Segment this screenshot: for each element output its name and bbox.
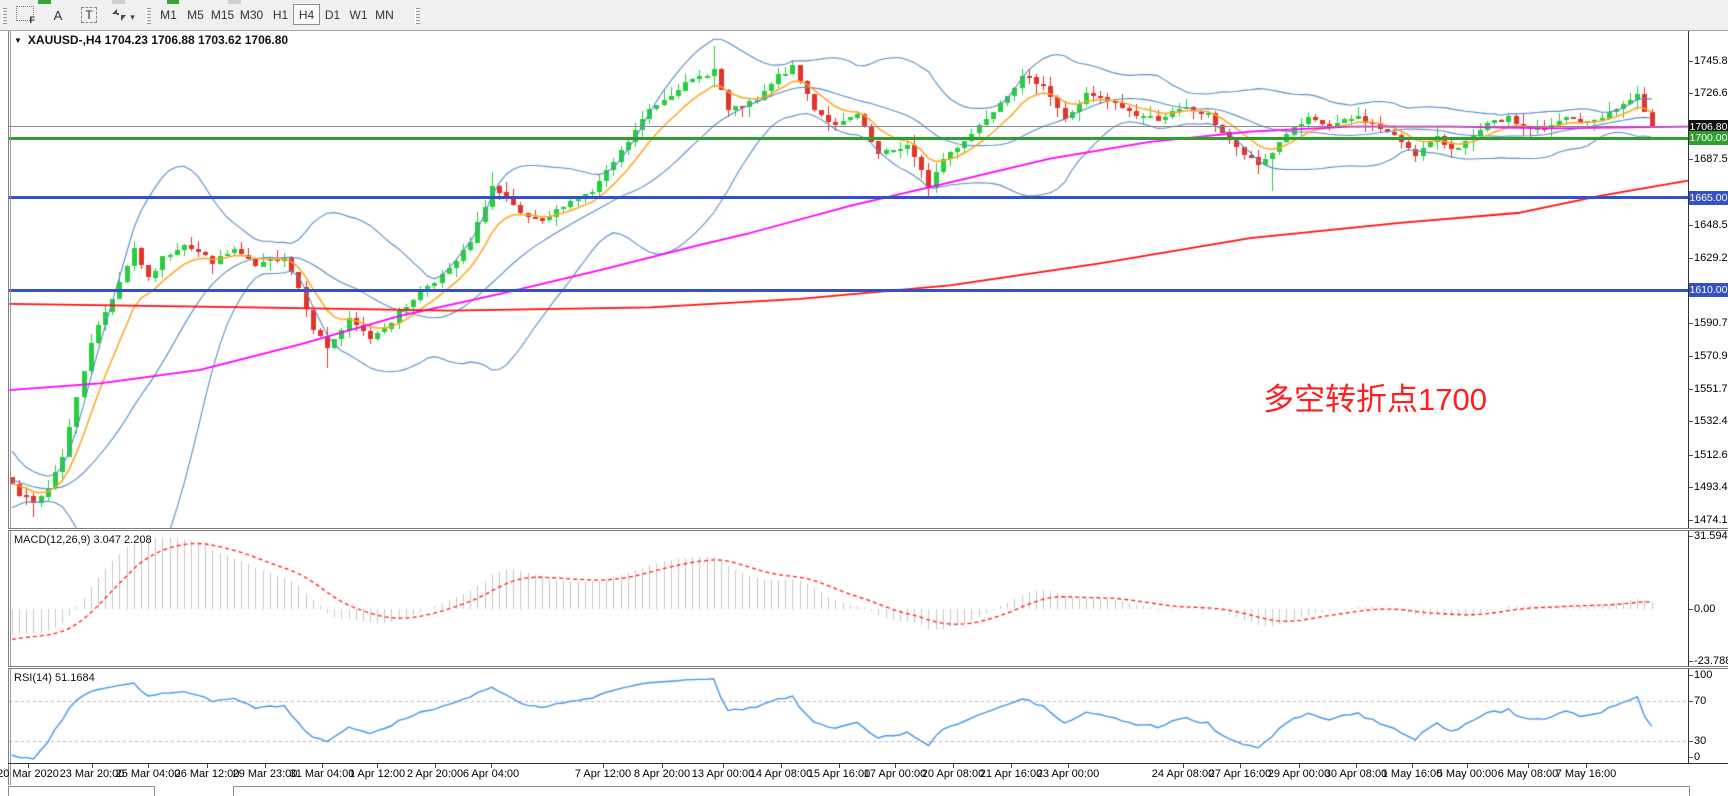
time-axis-label: 30 Apr 08:00 (1325, 768, 1387, 780)
pane-separator[interactable] (8, 668, 1728, 669)
price-axis-border (1688, 31, 1689, 763)
timeframe-button-w1[interactable]: W1 (345, 4, 372, 25)
chevron-down-icon: ▾ (130, 12, 135, 22)
price-axis-label: 1493.40 (1694, 481, 1728, 493)
horizontal-line-1706.8 (9, 126, 1688, 127)
price-axis-label: 1532.45 (1694, 415, 1728, 427)
arrows-tool-button[interactable]: ▾ (106, 4, 140, 26)
timeframe-button-m1[interactable]: M1 (155, 4, 182, 25)
timeframe-button-h1[interactable]: H1 (267, 4, 294, 25)
timeframe-button-m15[interactable]: M15 (209, 4, 236, 25)
macd-indicator-label: MACD(12,26,9) 3.047 2.208 (14, 534, 152, 546)
fibo-grid-tool-button[interactable]: F (12, 4, 38, 26)
mt4-chart-window: { "toolbar": { "tools": [ {"name": "fibo… (0, 0, 1728, 796)
price-tag-hline-blue: 1610.00 (1689, 283, 1728, 297)
time-axis-label: 1 May 16:00 (1382, 768, 1443, 780)
clipped-window-below (8, 786, 155, 796)
price-axis-label: 1570.95 (1694, 350, 1728, 362)
text-tool-icon: A (54, 8, 63, 23)
toolbar: F A T ▾ M1M5M15M30H1H4D1W1MN (0, 0, 1728, 31)
timeframe-button-d1[interactable]: D1 (319, 4, 346, 25)
horizontal-line-1700[interactable] (9, 137, 1688, 140)
time-axis-label: 23 Apr 00:00 (1037, 768, 1099, 780)
chart-title: ▼ XAUUSD-,H4 1704.23 1706.88 1703.62 1706… (14, 33, 288, 47)
macd-axis-label: 31.594 (1694, 530, 1728, 542)
timeframe-button-m5[interactable]: M5 (182, 4, 209, 25)
time-axis-label: 7 Apr 12:00 (575, 768, 631, 780)
timeframe-button-m30[interactable]: M30 (238, 4, 265, 25)
chart-left-border (8, 30, 9, 785)
time-axis-border (8, 763, 1728, 764)
chart-title-text: XAUUSD-,H4 1704.23 1706.88 1703.62 1706.… (28, 33, 288, 47)
time-axis-label: 21 Apr 16:00 (980, 768, 1042, 780)
price-axis-label: 1629.25 (1694, 252, 1728, 264)
time-axis-label: 5 May 00:00 (1437, 768, 1498, 780)
time-axis-label: 1 Apr 12:00 (349, 768, 405, 780)
time-axis-label: 6 Apr 04:00 (463, 768, 519, 780)
time-axis-label: 2 Apr 20:00 (407, 768, 463, 780)
pane-separator[interactable] (8, 530, 1728, 531)
time-axis-label: 7 May 16:00 (1556, 768, 1617, 780)
toolbar-separator[interactable] (146, 8, 151, 24)
time-axis-label: 24 Apr 08:00 (1152, 768, 1214, 780)
time-axis-label: 27 Apr 16:00 (1209, 768, 1271, 780)
rsi-axis-label: 70 (1694, 695, 1706, 707)
time-axis-label: 25 Mar 04:00 (116, 768, 181, 780)
price-axis-label: 1745.85 (1694, 55, 1728, 67)
text-label-tool-button[interactable]: T (76, 4, 102, 26)
time-axis-label: 15 Apr 16:00 (808, 768, 870, 780)
time-axis-label: 26 Mar 12:00 (175, 768, 240, 780)
text-tool-button[interactable]: A (46, 4, 70, 26)
text-label-icon: T (81, 7, 96, 23)
fibo-grid-icon: F (16, 6, 34, 21)
time-axis-label: 8 Apr 20:00 (634, 768, 690, 780)
time-axis-label: 6 May 08:00 (1498, 768, 1559, 780)
price-tag-hline-blue: 1665.00 (1689, 191, 1728, 205)
rsi-axis-label: 0 (1694, 751, 1700, 763)
annotation-text[interactable]: 多空转折点1700 (1263, 374, 1487, 419)
time-axis-label: 20 Apr 08:00 (922, 768, 984, 780)
rsi-indicator-label: RSI(14) 51.1684 (14, 672, 95, 684)
toolbar-drag-handle[interactable] (2, 8, 7, 24)
toolbar-separator[interactable] (415, 8, 420, 24)
price-axis-label: 1648.50 (1694, 219, 1728, 231)
horizontal-line-1610[interactable] (9, 289, 1688, 292)
macd-axis-label: 0.00 (1694, 603, 1715, 615)
chart-collapse-icon[interactable]: ▼ (14, 36, 22, 45)
price-tag-hline-green: 1700.00 (1689, 131, 1728, 145)
clipped-window-below (233, 786, 1690, 796)
price-axis-label: 1474.15 (1694, 514, 1728, 526)
chart-left-border-inner (10, 31, 11, 785)
timeframe-button-mn[interactable]: MN (371, 4, 398, 25)
price-axis-label: 1687.55 (1694, 153, 1728, 165)
time-axis-label: 13 Apr 00:00 (692, 768, 754, 780)
time-axis-label: 29 Mar 23:00 (233, 768, 298, 780)
price-axis-label: 1726.60 (1694, 87, 1728, 99)
time-axis-label: 17 Apr 00:00 (864, 768, 926, 780)
rsi-axis-label: 30 (1694, 735, 1706, 747)
price-axis-label: 1551.70 (1694, 383, 1728, 395)
price-axis-label: 1590.75 (1694, 317, 1728, 329)
rsi-axis-label: 100 (1694, 669, 1712, 681)
price-axis-label: 1512.65 (1694, 449, 1728, 461)
time-axis-label: 14 Apr 08:00 (750, 768, 812, 780)
horizontal-line-1665[interactable] (9, 196, 1688, 199)
time-axis-label: 20 Mar 2020 (0, 768, 59, 780)
arrows-icon (111, 8, 127, 22)
timeframe-button-h4[interactable]: H4 (293, 4, 320, 25)
time-axis-label: 29 Apr 00:00 (1268, 768, 1330, 780)
time-axis-label: 31 Mar 04:00 (290, 768, 355, 780)
